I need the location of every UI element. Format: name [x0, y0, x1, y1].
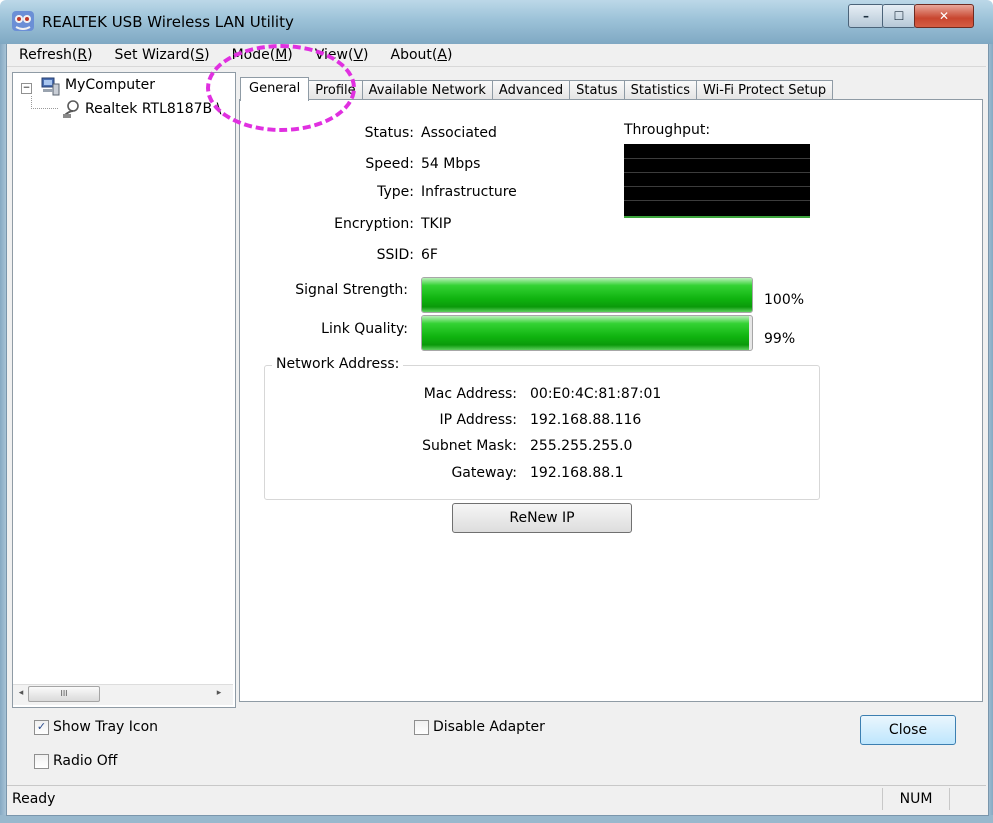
disable-adapter-label[interactable]: Disable Adapter	[433, 719, 545, 735]
signal-strength-bar	[421, 277, 753, 313]
frame-bottom	[0, 815, 993, 823]
tree-connector	[31, 96, 58, 109]
tab-advanced[interactable]: Advanced	[491, 80, 571, 101]
gateway-label: Gateway:	[451, 465, 517, 481]
ip-address-label: IP Address:	[439, 412, 518, 428]
subnet-mask-label: Subnet Mask:	[422, 438, 517, 454]
link-quality-label: Link Quality:	[321, 321, 408, 337]
link-quality-fill	[422, 316, 749, 350]
maximize-icon: ☐	[893, 9, 905, 23]
status-text: Ready	[12, 791, 56, 807]
throughput-gridline	[624, 186, 810, 187]
link-quality-value: 99%	[764, 331, 796, 347]
subnet-mask-value: 255.255.255.0	[530, 438, 633, 454]
tab-general[interactable]: General	[240, 77, 310, 101]
throughput-gridline	[624, 158, 810, 159]
menu-bar: Refresh(R) Set Wizard(S) Mode(M) View(V)…	[7, 44, 986, 67]
close-icon: ✕	[938, 9, 950, 23]
tab-status[interactable]: Status	[569, 80, 625, 101]
mac-address-value: 00:E0:4C:81:87:01	[530, 386, 662, 402]
app-logo-icon	[12, 11, 34, 31]
encryption-value: TKIP	[421, 216, 452, 232]
maximize-button[interactable]: ☐	[882, 4, 916, 28]
type-value: Infrastructure	[421, 184, 517, 200]
tree-collapse-icon[interactable]: −	[21, 83, 32, 94]
scroll-right-icon[interactable]: ▸	[212, 686, 226, 700]
throughput-label: Throughput:	[624, 122, 711, 138]
tab-statistics[interactable]: Statistics	[623, 80, 698, 101]
num-lock-indicator: NUM	[882, 788, 950, 810]
checkmark-icon: ✓	[36, 720, 47, 733]
wireless-adapter-icon	[63, 100, 79, 118]
signal-strength-label: Signal Strength:	[295, 282, 408, 298]
throughput-gridline	[624, 200, 810, 201]
encryption-label: Encryption:	[334, 216, 414, 232]
ssid-value: 6F	[421, 247, 438, 263]
minimize-button[interactable]: –	[848, 4, 884, 28]
window-title: REALTEK USB Wireless LAN Utility	[42, 13, 294, 31]
scroll-thumb[interactable]: III	[28, 686, 100, 702]
status-value: Associated	[421, 125, 497, 141]
show-tray-icon-label[interactable]: Show Tray Icon	[53, 719, 158, 735]
status-label: Status:	[364, 125, 414, 141]
network-address-legend: Network Address:	[272, 356, 404, 372]
status-bar	[7, 785, 986, 814]
tab-wifi-protect-setup[interactable]: Wi-Fi Protect Setup	[696, 80, 834, 101]
tree-item-realtek-adapter[interactable]: Realtek RTL8187B \	[85, 101, 221, 117]
menu-set-wizard[interactable]: Set Wizard(S)	[115, 47, 210, 63]
throughput-graph	[624, 144, 810, 218]
ssid-label: SSID:	[376, 247, 414, 263]
close-button[interactable]: Close	[860, 715, 956, 745]
radio-off-label[interactable]: Radio Off	[53, 753, 117, 769]
disable-adapter-checkbox[interactable]	[414, 720, 429, 735]
gateway-value: 192.168.88.1	[530, 465, 624, 481]
ip-address-value: 192.168.88.116	[530, 412, 642, 428]
menu-refresh[interactable]: Refresh(R)	[19, 47, 93, 63]
device-tree[interactable]: − MyComputer Realtek RTL8187B \	[12, 72, 236, 708]
type-label: Type:	[377, 184, 414, 200]
app-window: REALTEK USB Wireless LAN Utility – ☐ ✕ R…	[0, 0, 993, 823]
throughput-gridline	[624, 172, 810, 173]
scroll-left-icon[interactable]: ◂	[14, 686, 28, 700]
renew-ip-button[interactable]: ReNew IP	[452, 503, 632, 533]
signal-strength-fill	[422, 278, 752, 312]
minimize-icon: –	[863, 9, 869, 23]
speed-label: Speed:	[365, 156, 414, 172]
mac-address-label: Mac Address:	[423, 386, 517, 402]
close-window-button[interactable]: ✕	[914, 4, 974, 28]
tab-available-network[interactable]: Available Network	[361, 80, 493, 101]
menu-about[interactable]: About(A)	[391, 47, 453, 63]
show-tray-icon-checkbox[interactable]: ✓	[34, 720, 49, 735]
radio-off-checkbox[interactable]	[34, 754, 49, 769]
speed-value: 54 Mbps	[421, 156, 481, 172]
tree-item-mycomputer[interactable]: MyComputer	[65, 77, 155, 93]
computer-icon	[41, 77, 60, 96]
signal-strength-value: 100%	[764, 292, 805, 308]
link-quality-bar	[421, 315, 753, 351]
